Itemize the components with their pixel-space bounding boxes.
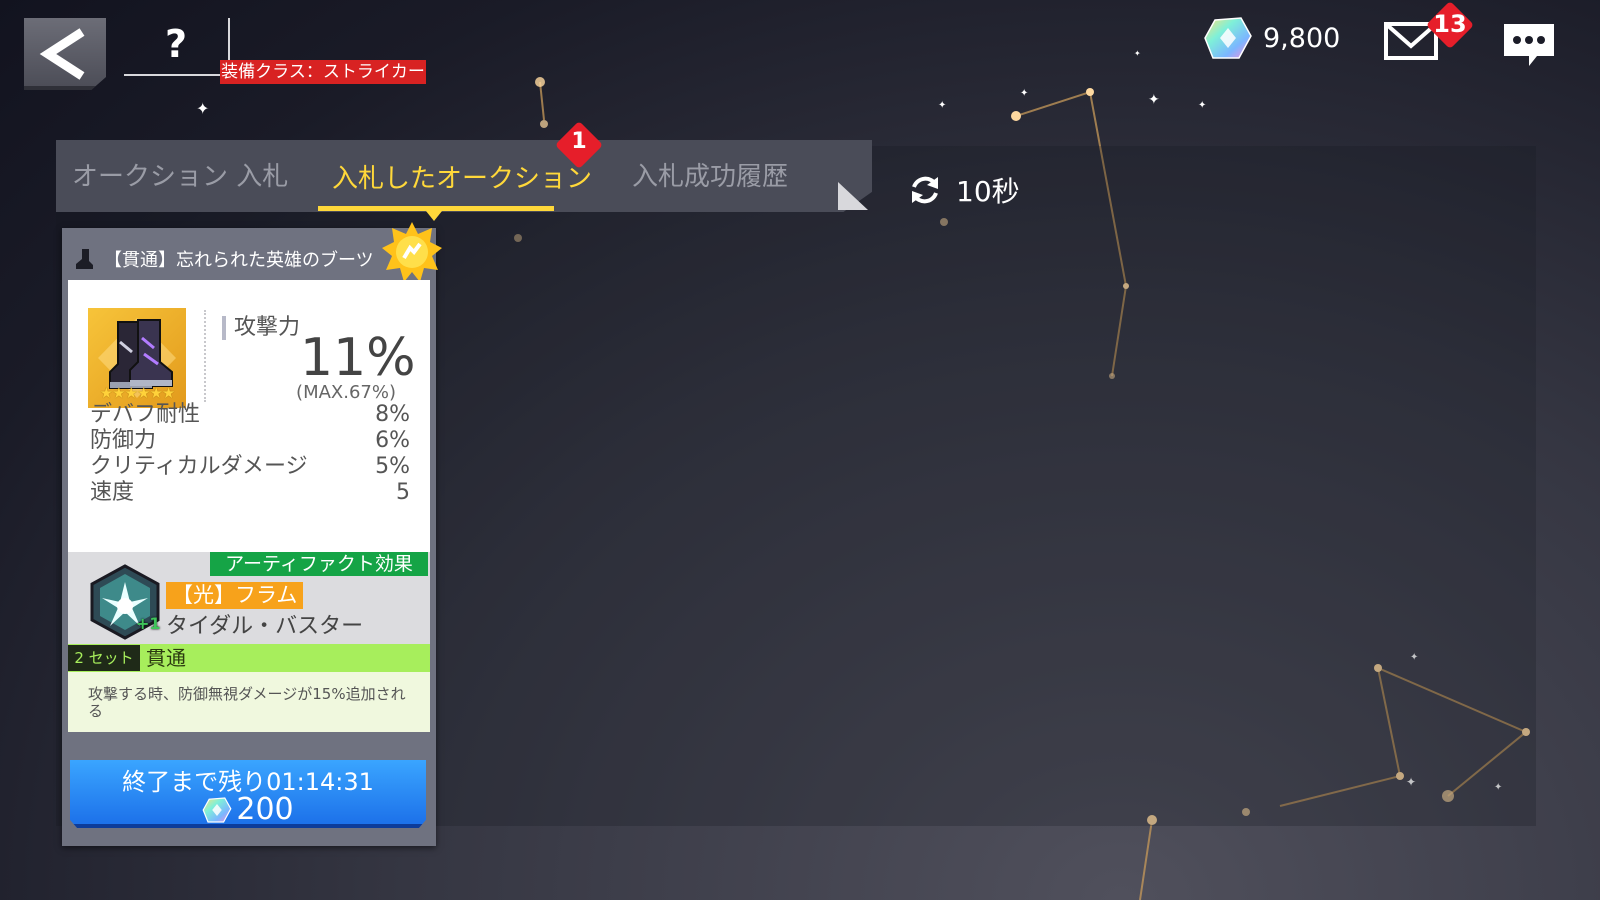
substat-value: 8% (375, 402, 410, 427)
substat-value: 5% (375, 454, 410, 479)
tab-my-bids[interactable]: 入札したオークション (332, 158, 592, 195)
substat-row: 防御力 6% (90, 428, 410, 454)
crystal-gem-icon (1204, 17, 1252, 59)
item-title-row: 【貫通】忘れられた英雄のブーツ (74, 242, 394, 276)
svg-text:✦: ✦ (196, 99, 209, 118)
mail-badge-count: 13 (1433, 10, 1467, 38)
highlight-sun-icon (382, 222, 442, 282)
tab-badge-count: 1 (571, 129, 587, 154)
item-star-rating: ★★★★★★ (99, 384, 176, 402)
tab-auction-bid[interactable]: オークション 入札 (72, 156, 288, 193)
artifact-name: 【光】フラム (166, 582, 304, 609)
class-tag: 装備クラス：ストライカー (220, 60, 426, 84)
substat-value: 5 (396, 480, 410, 505)
bid-price: 200 (70, 792, 426, 827)
substat-row: クリティカルダメージ 5% (90, 454, 410, 480)
set-description: 攻撃する時、防御無視ダメージが15%追加される (88, 685, 406, 720)
item-title: 【貫通】忘れられた英雄のブーツ (104, 250, 374, 271)
refresh-icon (912, 176, 938, 204)
substat-name: デバフ耐性 (90, 402, 201, 427)
substat-value: 6% (375, 428, 410, 453)
svg-text:✦: ✦ (1148, 92, 1160, 108)
back-button[interactable] (24, 18, 106, 90)
svg-text:✦: ✦ (1198, 100, 1206, 111)
main-stat-max: (MAX.67%) (296, 382, 396, 403)
tab-bid-history[interactable]: 入札成功履歴 (632, 156, 788, 193)
help-button[interactable]: ? (124, 18, 230, 76)
currency-amount: 9,800 (1263, 22, 1341, 54)
svg-text:✦: ✦ (1134, 49, 1141, 58)
back-arrow-icon (39, 28, 85, 80)
artifact-level: +1 (136, 614, 161, 633)
refresh-timer[interactable]: 10秒 (908, 170, 1020, 210)
currency-display[interactable]: 9,800 (1203, 14, 1340, 62)
substat-row: 速度 5 (90, 480, 410, 506)
main-stat-value: 11% (300, 328, 416, 388)
boots-slot-icon (76, 249, 93, 269)
substat-name: 速度 (90, 480, 135, 505)
stat-divider (204, 310, 206, 402)
set-count: 2 セット (68, 645, 140, 671)
svg-text:✦: ✦ (1020, 88, 1028, 99)
crystal-gem-icon (202, 796, 232, 823)
set-name: 貫通 (146, 646, 186, 670)
artifact-skill: タイダル・バスター (166, 614, 364, 639)
refresh-label: 10秒 (956, 175, 1020, 208)
help-label: ? (164, 22, 188, 66)
substat-name: クリティカルダメージ (90, 454, 308, 479)
bid-price-value: 200 (236, 792, 294, 827)
svg-text:✦: ✦ (938, 100, 946, 111)
chat-button[interactable] (1501, 20, 1557, 68)
main-stat-label: 攻撃力 (222, 316, 300, 340)
artifact-effect-tag: アーティファクト効果 (210, 552, 428, 576)
tab-bar-corner (838, 182, 868, 210)
chat-bubble-icon (1504, 24, 1554, 66)
substat-name: 防御力 (90, 428, 157, 453)
substat-row: デバフ耐性 8% (90, 402, 410, 428)
